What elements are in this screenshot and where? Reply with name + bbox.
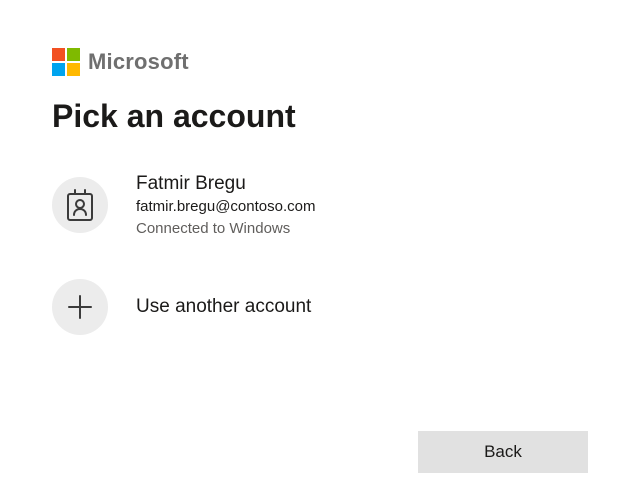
brand-name: Microsoft bbox=[88, 49, 189, 75]
account-email: fatmir.bregu@contoso.com bbox=[136, 197, 315, 217]
back-button[interactable]: Back bbox=[418, 431, 588, 473]
account-status: Connected to Windows bbox=[136, 219, 315, 239]
account-list: Fatmir Bregu fatmir.bregu@contoso.com Co… bbox=[52, 171, 566, 335]
plus-icon bbox=[52, 279, 108, 335]
use-another-account[interactable]: Use another account bbox=[52, 279, 566, 335]
use-another-label: Use another account bbox=[136, 296, 311, 318]
microsoft-logo-icon bbox=[52, 48, 80, 76]
badge-avatar-icon bbox=[52, 177, 108, 233]
account-item[interactable]: Fatmir Bregu fatmir.bregu@contoso.com Co… bbox=[52, 171, 566, 239]
account-name: Fatmir Bregu bbox=[136, 171, 315, 197]
page-title: Pick an account bbox=[52, 98, 566, 135]
brand-header: Microsoft bbox=[52, 48, 566, 76]
